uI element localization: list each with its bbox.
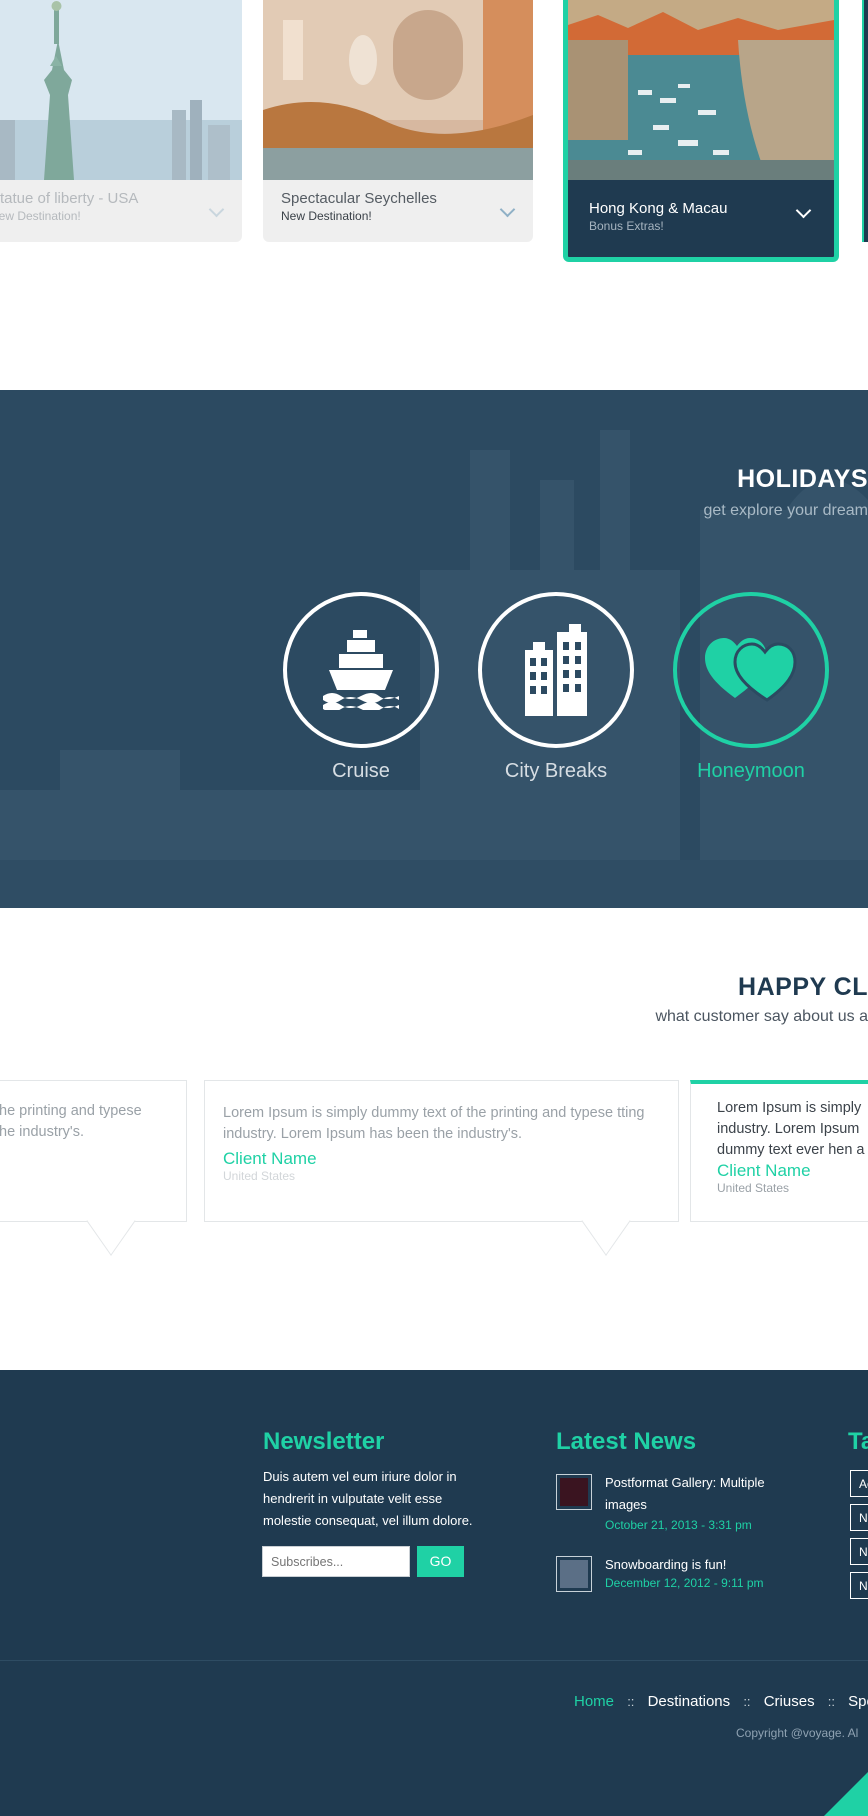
news-title[interactable]: Postformat Gallery: Multiple images (605, 1472, 790, 1516)
hearts-icon (705, 638, 797, 702)
ship-icon (323, 630, 399, 710)
chevron-down-icon[interactable] (208, 201, 225, 218)
holidays-section: HOLIDAYS get explore your dream Cruise C… (0, 390, 868, 908)
testimonial-text: Lorem Ipsum is simply dummy text of the … (223, 1105, 645, 1142)
nav-separator: :: (743, 1694, 751, 1709)
news-date: October 21, 2013 - 3:31 pm (605, 1518, 752, 1532)
next-card-edge (862, 0, 868, 242)
happy-clients-section: HAPPY CL what customer say about us a he… (0, 908, 868, 1370)
tag-item[interactable]: N (850, 1572, 868, 1599)
destination-photo (568, 0, 834, 180)
destination-subtitle: Bonus Extras! (589, 219, 664, 233)
news-title[interactable]: Snowboarding is fun! (605, 1554, 790, 1576)
subscribe-email-input[interactable] (262, 1546, 410, 1577)
client-location: United States (223, 1169, 296, 1183)
footer: Newsletter Duis autem vel eum iriure dol… (0, 1370, 868, 1816)
category-cruise[interactable]: Cruise (281, 592, 441, 783)
happy-subtitle: what customer say about us a (655, 1008, 868, 1025)
testimonial-card: he printing and typese he industry's. (0, 1080, 187, 1222)
category-label: Honeymoon (697, 760, 805, 782)
category-honeymoon[interactable]: Honeymoon (671, 592, 831, 783)
category-ring (478, 592, 634, 748)
destinations-carousel: Statue of liberty - USA New Destination!… (0, 0, 868, 390)
testimonial-card-active: Lorem Ipsum is simply industry. Lorem Ip… (690, 1080, 868, 1222)
category-label: City Breaks (504, 760, 608, 782)
footer-divider (0, 1660, 868, 1661)
copyright-text: Copyright @voyage. Al (736, 1726, 859, 1740)
nav-link-destinations[interactable]: Destinations (648, 1693, 731, 1710)
chevron-down-icon[interactable] (795, 202, 812, 219)
tag-item[interactable]: Ac (850, 1470, 868, 1497)
destination-title: Hong Kong & Macau (589, 200, 728, 217)
category-city-breaks[interactable]: City Breaks (476, 592, 636, 783)
destination-card-statue[interactable]: Statue of liberty - USA New Destination! (0, 0, 242, 242)
destination-photo (263, 0, 533, 180)
testimonial-text: he printing and typese he industry's. (0, 1103, 142, 1140)
nav-separator: :: (627, 1694, 635, 1709)
holidays-title: HOLIDAYS (737, 465, 868, 493)
latest-news-heading: Latest News (556, 1428, 697, 1455)
destination-card-hongkong[interactable]: Hong Kong & Macau Bonus Extras! (563, 0, 839, 262)
newsletter-heading: Newsletter (263, 1428, 385, 1455)
destination-photo (0, 0, 242, 180)
nav-separator: :: (827, 1694, 835, 1709)
destination-subtitle: New Destination! (281, 209, 372, 223)
client-location: United States (717, 1181, 790, 1195)
news-date: December 12, 2012 - 9:11 pm (605, 1576, 764, 1590)
testimonial-text: Lorem Ipsum is simply industry. Lorem Ip… (717, 1100, 865, 1158)
scroll-top-corner[interactable] (824, 1772, 868, 1816)
nav-link-cruises[interactable]: Criuses (764, 1693, 815, 1710)
destination-caption: Hong Kong & Macau Bonus Extras! (589, 200, 727, 233)
category-ring (673, 592, 829, 748)
destination-card-seychelles[interactable]: Spectacular Seychelles New Destination! (263, 0, 533, 242)
client-name: Client Name (717, 1161, 811, 1180)
destination-subtitle: New Destination! (0, 209, 81, 223)
news-thumbnail[interactable] (556, 1474, 592, 1510)
category-ring (283, 592, 439, 748)
tag-item[interactable]: Ne (850, 1538, 868, 1565)
happy-title: HAPPY CL (738, 973, 868, 1001)
newsletter-text: Duis autem vel eum iriure dolor in hendr… (263, 1469, 473, 1528)
client-name: Client Name (223, 1149, 317, 1168)
category-label: Cruise (332, 760, 390, 782)
tag-item[interactable]: N (850, 1504, 868, 1531)
news-thumbnail[interactable] (556, 1556, 592, 1592)
tags-heading: Ta (848, 1428, 868, 1455)
chevron-down-icon[interactable] (499, 201, 516, 218)
nav-link-specials[interactable]: Spec (848, 1693, 868, 1710)
destination-caption: Spectacular Seychelles New Destination! (281, 190, 437, 223)
subscribe-go-button[interactable]: GO (417, 1546, 464, 1577)
destination-title: Spectacular Seychelles (281, 190, 437, 207)
buildings-icon (525, 624, 587, 716)
nav-link-home[interactable]: Home (574, 1693, 614, 1710)
destination-caption: Statue of liberty - USA New Destination! (0, 190, 138, 223)
destination-title: Statue of liberty - USA (0, 190, 139, 207)
footer-nav: Home :: Destinations :: Criuses :: Spec (574, 1693, 868, 1710)
holidays-subtitle: get explore your dream (703, 502, 868, 519)
